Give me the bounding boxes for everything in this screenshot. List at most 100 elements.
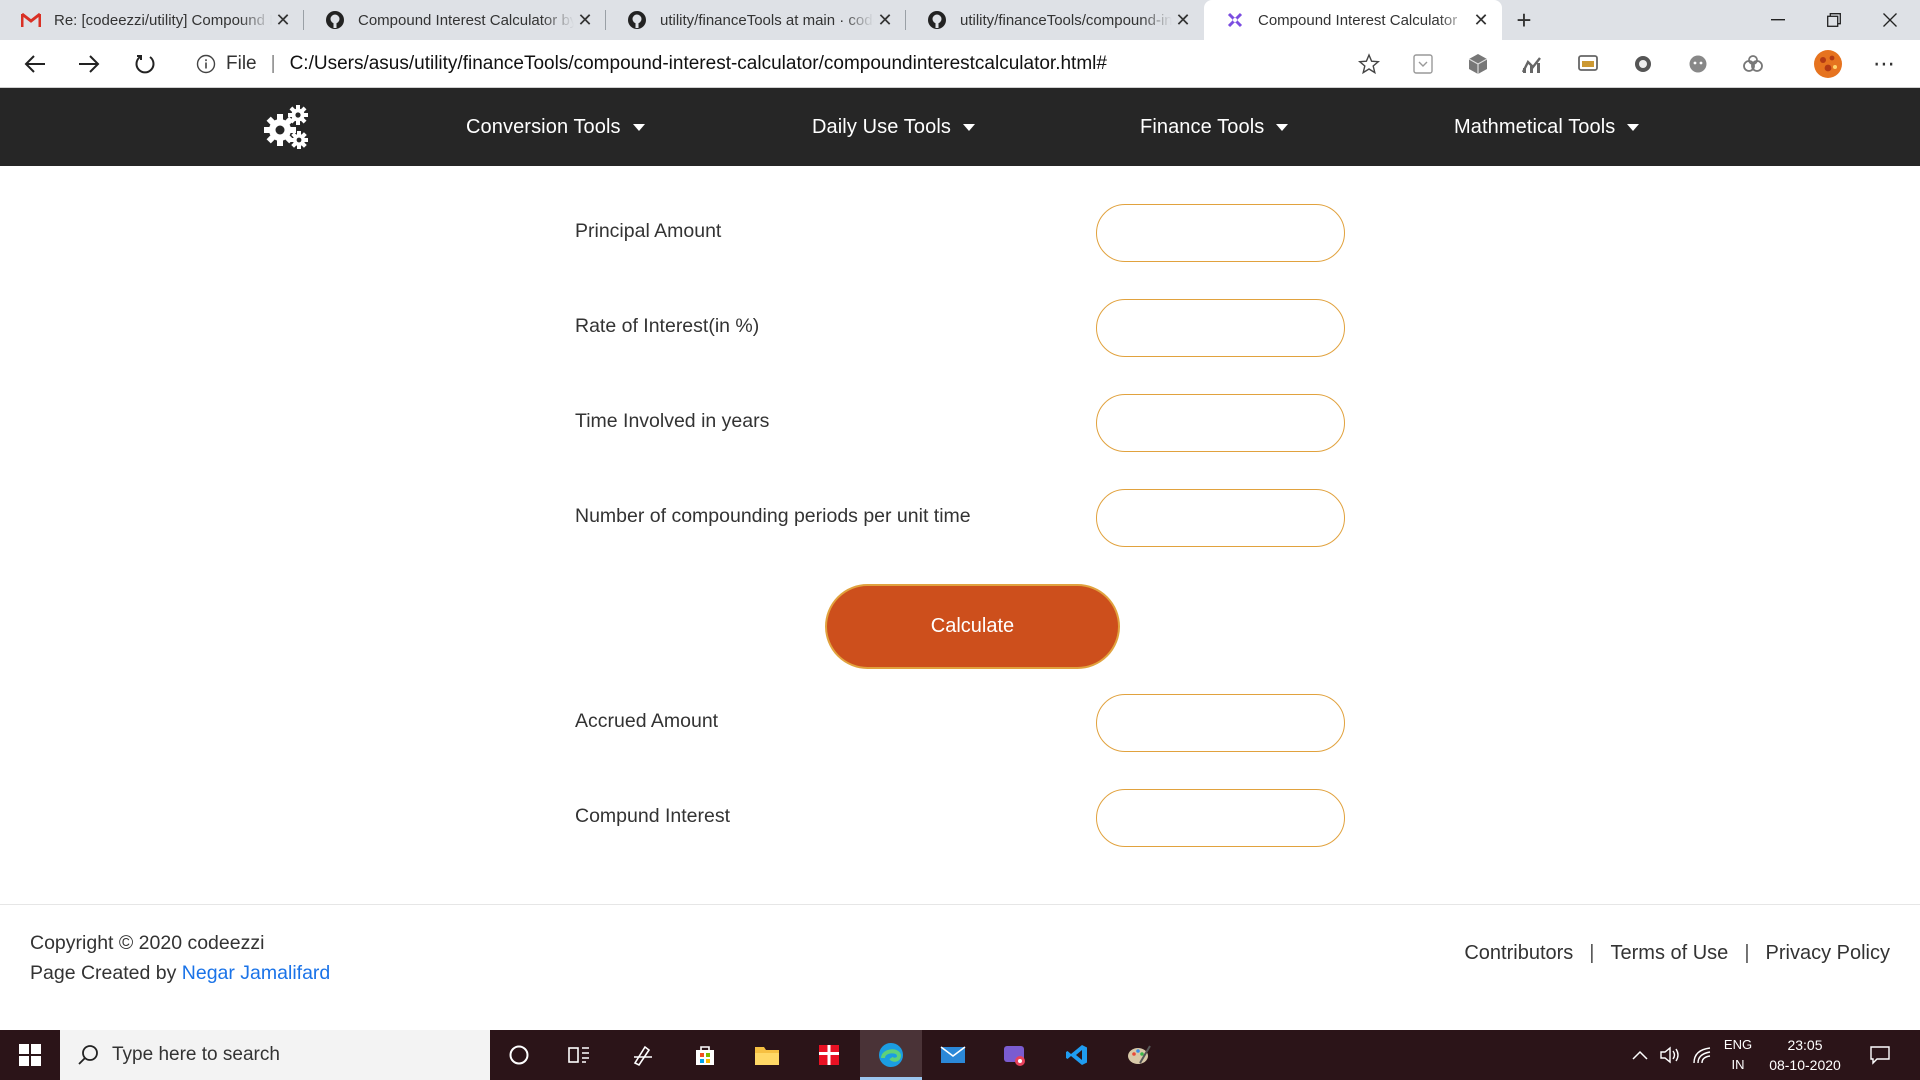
close-window-icon[interactable]: [1862, 0, 1918, 40]
accrued-output[interactable]: [1096, 694, 1345, 752]
favorite-star-icon[interactable]: [1358, 53, 1380, 75]
tab-close-icon[interactable]: ✕: [272, 9, 294, 31]
periods-row: Number of compounding periods per unit t…: [575, 489, 1345, 549]
calculator-favicon-icon: [1224, 9, 1246, 31]
windows-taskbar: Type here to search ENG IN 23:05 08-10-2…: [0, 1030, 1920, 1080]
restore-icon[interactable]: [1806, 0, 1862, 40]
back-icon[interactable]: [17, 48, 53, 80]
periods-input[interactable]: [1096, 489, 1345, 547]
author-link[interactable]: Negar Jamalifard: [182, 962, 330, 984]
new-tab-button[interactable]: +: [1508, 4, 1540, 36]
nav-label: Daily Use Tools: [812, 115, 951, 138]
clock-date: 08-10-2020: [1769, 1057, 1841, 1073]
tab-title: utility/financeTools/compound-interest: [960, 11, 1172, 29]
cortana-icon[interactable]: [488, 1030, 550, 1080]
tab-close-icon[interactable]: ✕: [874, 9, 896, 31]
extension-cast-icon[interactable]: [1576, 52, 1600, 76]
created-by-line: Page Created by Negar Jamalifard: [30, 958, 330, 988]
rate-input[interactable]: [1096, 299, 1345, 357]
address-bar[interactable]: File | C:/Users/asus/utility/financeTool…: [180, 46, 1392, 82]
vscode-icon[interactable]: [1046, 1030, 1108, 1080]
terms-of-use-link[interactable]: Terms of Use: [1611, 942, 1729, 965]
github-icon: [926, 9, 948, 31]
github-icon: [626, 9, 648, 31]
gears-logo-icon[interactable]: [262, 104, 310, 150]
interest-row: Compund Interest: [575, 789, 1345, 849]
profile-avatar[interactable]: [1812, 48, 1844, 80]
caret-down-icon: [632, 123, 645, 131]
browser-tab-active[interactable]: Compound Interest Calculator ✕: [1204, 0, 1502, 40]
tab-close-icon[interactable]: ✕: [574, 9, 596, 31]
mail-icon[interactable]: [922, 1030, 984, 1080]
tab-title: Compound Interest Calculator by: [358, 11, 574, 29]
language-code: ENG: [1723, 1037, 1753, 1052]
nav-mathmetical-tools[interactable]: Mathmetical Tools: [1454, 88, 1640, 166]
extension-cube-icon[interactable]: [1466, 52, 1490, 76]
refresh-icon[interactable]: [127, 48, 163, 80]
more-menu-icon[interactable]: ⋯: [1872, 51, 1896, 76]
extension-circle-icon[interactable]: [1631, 52, 1655, 76]
windows-start-icon[interactable]: [0, 1030, 60, 1080]
calculate-button[interactable]: Calculate: [825, 584, 1120, 669]
pen-app-icon[interactable]: [612, 1030, 674, 1080]
browser-toolbar: File | C:/Users/asus/utility/financeTool…: [0, 40, 1920, 88]
volume-icon[interactable]: [1656, 1030, 1684, 1080]
notifications-icon[interactable]: [1860, 1030, 1900, 1080]
paint-app-icon[interactable]: [1108, 1030, 1170, 1080]
caret-down-icon: [1276, 123, 1289, 131]
clock[interactable]: 23:05 08-10-2020: [1760, 1035, 1850, 1075]
show-hidden-icons-icon[interactable]: [1628, 1030, 1652, 1080]
minimize-icon[interactable]: [1750, 0, 1806, 40]
principal-input[interactable]: [1096, 204, 1345, 262]
nav-label: Finance Tools: [1140, 115, 1265, 138]
periods-label: Number of compounding periods per unit t…: [575, 505, 971, 527]
time-label: Time Involved in years: [575, 410, 770, 432]
created-by-prefix: Page Created by: [30, 962, 177, 984]
url-text[interactable]: C:/Users/asus/utility/financeTools/compo…: [290, 53, 1107, 75]
caret-down-icon: [1627, 123, 1640, 131]
interest-label: Compund Interest: [575, 805, 731, 827]
rate-label: Rate of Interest(in %): [575, 315, 760, 337]
browser-tab-github-2[interactable]: utility/financeTools at main · codeezzi …: [606, 0, 906, 40]
footer-links: Contributors | Terms of Use | Privacy Po…: [1464, 942, 1890, 965]
file-explorer-icon[interactable]: [736, 1030, 798, 1080]
interest-output[interactable]: [1096, 789, 1345, 847]
tab-close-icon[interactable]: ✕: [1470, 9, 1492, 31]
gmail-icon: [20, 9, 42, 31]
time-input[interactable]: [1096, 394, 1345, 452]
extension-link-icon[interactable]: [1741, 52, 1765, 76]
principal-row: Principal Amount: [575, 204, 1345, 264]
photos-app-icon[interactable]: [984, 1030, 1046, 1080]
contributors-link[interactable]: Contributors: [1464, 942, 1573, 965]
nav-finance-tools[interactable]: Finance Tools: [1140, 88, 1289, 166]
info-icon[interactable]: [196, 54, 216, 74]
store-icon[interactable]: [674, 1030, 736, 1080]
accrued-row: Accrued Amount: [575, 694, 1345, 754]
browser-tab-github-1[interactable]: Compound Interest Calculator by ✕: [304, 0, 606, 40]
rate-row: Rate of Interest(in %): [575, 299, 1345, 359]
edge-browser-icon[interactable]: [860, 1030, 922, 1080]
extension-face-icon[interactable]: [1686, 52, 1710, 76]
tab-close-icon[interactable]: ✕: [1172, 9, 1194, 31]
principal-label: Principal Amount: [575, 220, 722, 242]
nav-conversion-tools[interactable]: Conversion Tools: [466, 88, 645, 166]
accrued-label: Accrued Amount: [575, 710, 719, 732]
search-icon: [78, 1045, 98, 1065]
search-placeholder: Type here to search: [112, 1044, 280, 1065]
wifi-icon[interactable]: [1688, 1030, 1716, 1080]
copyright-text: Copyright © 2020 codeezzi: [30, 932, 265, 954]
task-view-icon[interactable]: [548, 1030, 610, 1080]
extension-reader-icon[interactable]: [1411, 52, 1435, 76]
browser-tab-github-3[interactable]: utility/financeTools/compound-interest ✕: [906, 0, 1204, 40]
url-scheme: File: [226, 53, 257, 74]
privacy-policy-link[interactable]: Privacy Policy: [1766, 942, 1890, 965]
nav-daily-use-tools[interactable]: Daily Use Tools: [812, 88, 975, 166]
footer-credits: Copyright © 2020 codeezzi Page Created b…: [30, 928, 330, 988]
browser-tab-gmail[interactable]: Re: [codeezzi/utility] Compound Interest…: [0, 0, 304, 40]
language-indicator[interactable]: ENG IN: [1718, 1035, 1758, 1075]
footer-separator: |: [1589, 942, 1595, 964]
extension-chart-icon[interactable]: [1520, 52, 1544, 76]
taskbar-search[interactable]: Type here to search: [60, 1030, 490, 1080]
forward-icon[interactable]: [71, 48, 107, 80]
gift-app-icon[interactable]: [798, 1030, 860, 1080]
